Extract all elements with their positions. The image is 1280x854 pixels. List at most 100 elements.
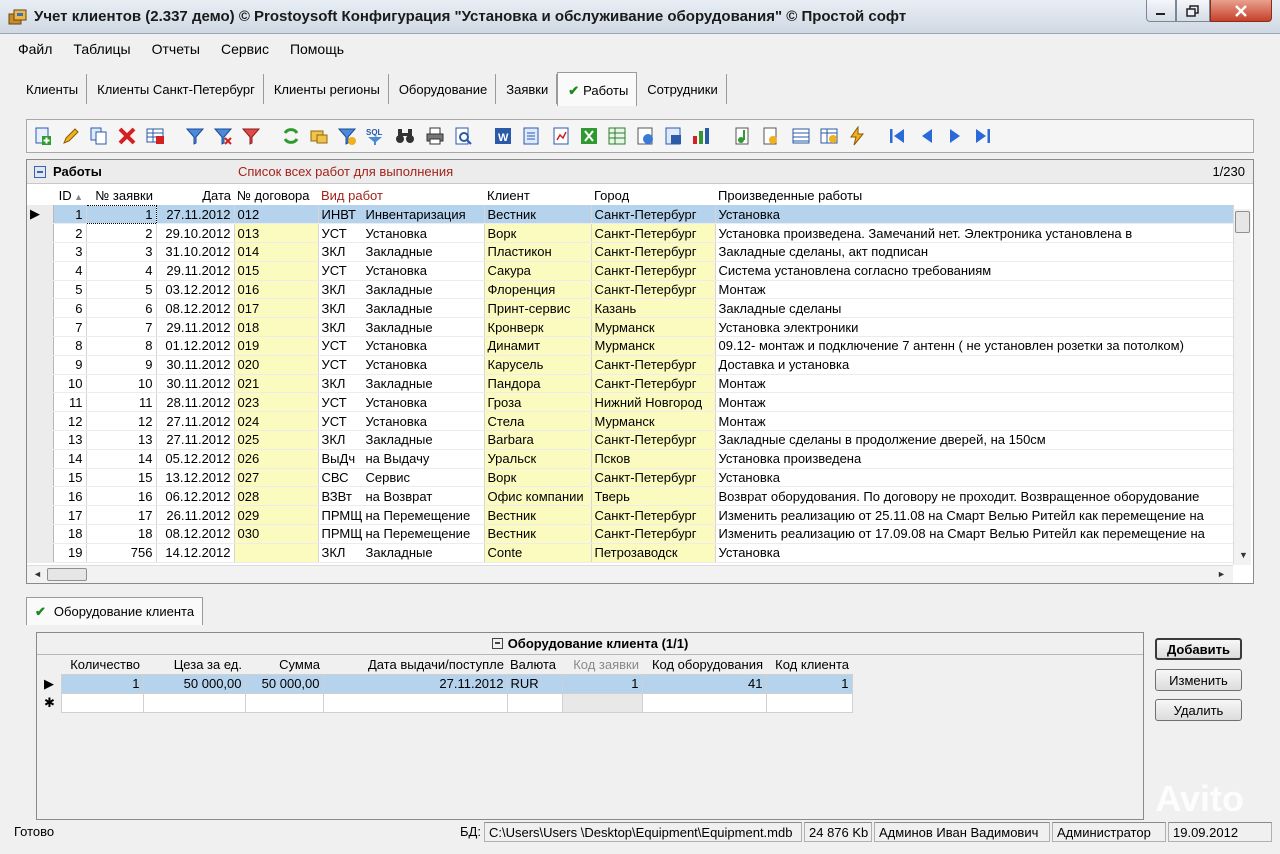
first-record-icon[interactable] bbox=[887, 126, 907, 146]
table-row[interactable]: 18 18 08.12.2012 030 ПРМЩ на Перемещение Вестн… bbox=[27, 524, 1234, 544]
cell-id[interactable]: 11 bbox=[53, 392, 87, 413]
cell-date[interactable]: 01.12.2012 bbox=[156, 336, 235, 356]
bar-chart-icon[interactable] bbox=[691, 126, 711, 146]
column-header-issue-date[interactable]: Дата выдачи/поступле bbox=[323, 655, 507, 674]
edit-pencil-icon[interactable] bbox=[61, 126, 81, 146]
cell-client[interactable]: Barbara bbox=[484, 430, 592, 450]
cell-work-done[interactable]: Установка bbox=[715, 543, 1234, 563]
refresh-icon[interactable] bbox=[281, 126, 301, 146]
table-row[interactable]: 6 6 08.12.2012 017 ЗКЛ Закладные Принт-сервис К… bbox=[27, 298, 1234, 319]
cell-work-type[interactable]: УСТ Установка bbox=[318, 261, 485, 281]
close-button[interactable] bbox=[1210, 0, 1272, 22]
cell-client[interactable]: Сакура bbox=[484, 261, 592, 281]
table-row[interactable]: 13 13 27.11.2012 025 ЗКЛ Закладные Barbara Санк… bbox=[27, 430, 1234, 450]
table-row[interactable]: 3 3 31.10.2012 014 ЗКЛ Закладные Пластикон Санк… bbox=[27, 242, 1234, 262]
cell-date[interactable]: 08.12.2012 bbox=[156, 298, 235, 319]
cell-equipment-code[interactable]: 41 bbox=[641, 673, 767, 694]
column-header-client[interactable]: Клиент bbox=[484, 186, 591, 205]
cell-request[interactable]: 13 bbox=[86, 430, 157, 450]
cell-date[interactable]: 29.10.2012 bbox=[156, 223, 235, 244]
cell-work-type[interactable]: УСТ Установка bbox=[318, 392, 485, 413]
cell-work-type[interactable]: ЗКЛ Закладные bbox=[318, 317, 485, 338]
cell-date[interactable]: 27.11.2012 bbox=[156, 430, 235, 450]
cell-contract[interactable]: 015 bbox=[234, 261, 319, 281]
column-header-request[interactable]: № заявки bbox=[86, 186, 156, 205]
menu-tables[interactable]: Таблицы bbox=[63, 38, 141, 62]
cell-contract[interactable]: 019 bbox=[234, 336, 319, 356]
cell-work-done[interactable]: Закладные сделаны, акт подписан bbox=[715, 242, 1234, 262]
tab-client-equipment[interactable]: ✔ Оборудование клиента bbox=[26, 597, 204, 625]
tab-clients[interactable]: Клиенты bbox=[16, 74, 88, 104]
cell-id[interactable]: 16 bbox=[53, 486, 87, 507]
cell-contract[interactable]: 024 bbox=[234, 411, 319, 432]
cell-contract[interactable]: 027 bbox=[234, 468, 319, 488]
cell-client[interactable]: Пластикон bbox=[484, 242, 592, 262]
lightning-icon[interactable] bbox=[847, 126, 867, 146]
cell-request[interactable]: 15 bbox=[86, 468, 157, 488]
cell-work-type[interactable]: СВС Сервис bbox=[318, 468, 485, 488]
copy-icon[interactable] bbox=[89, 126, 109, 146]
cell-id[interactable]: 6 bbox=[53, 298, 87, 319]
cell-currency[interactable] bbox=[506, 692, 563, 713]
cell-equipment-code[interactable] bbox=[641, 692, 767, 713]
cell-contract[interactable]: 020 bbox=[234, 355, 319, 375]
cell-work-done[interactable]: Монтаж bbox=[715, 374, 1234, 394]
cell-contract[interactable] bbox=[234, 543, 319, 563]
cell-client[interactable]: Ворк bbox=[484, 468, 592, 488]
cell-client[interactable]: Вестник bbox=[484, 524, 592, 544]
cell-work-done[interactable]: Установка bbox=[715, 205, 1234, 225]
menu-file[interactable]: Файл bbox=[8, 38, 63, 62]
cell-id[interactable]: 8 bbox=[53, 336, 87, 356]
filter-icon[interactable] bbox=[185, 126, 205, 146]
menu-reports[interactable]: Отчеты bbox=[142, 38, 211, 62]
cell-work-type[interactable]: УСТ Установка bbox=[318, 411, 485, 432]
cell-client[interactable]: Офис компании bbox=[484, 486, 592, 507]
cell-id[interactable]: 2 bbox=[53, 223, 87, 244]
cell-city[interactable]: Санкт-Петербург bbox=[591, 355, 716, 375]
table-row[interactable]: 16 16 06.12.2012 028 ВЗВт на Возврат Офис комп… bbox=[27, 486, 1234, 507]
cell-id[interactable]: 19 bbox=[53, 543, 87, 563]
export-chart-doc-icon[interactable] bbox=[551, 126, 571, 146]
table-row[interactable]: ▶ 1 1 27.11.2012 012 ИНВТ Инвентаризация Вестни… bbox=[27, 204, 1234, 225]
table-row[interactable]: ▶ 1 50 000,00 50 000,00 27.11.2012 RUR 1… bbox=[41, 673, 853, 694]
cell-request-code[interactable]: 1 bbox=[561, 673, 643, 694]
delete-button[interactable]: Удалить bbox=[1155, 699, 1242, 721]
table-list-icon[interactable] bbox=[791, 126, 811, 146]
table-row[interactable]: 9 9 30.11.2012 020 УСТ Установка Карусель Санкт… bbox=[27, 355, 1234, 375]
cell-work-done[interactable]: Изменить реализацию от 17.09.08 на Смарт… bbox=[715, 524, 1234, 544]
next-record-icon[interactable] bbox=[945, 126, 965, 146]
filter-remove-icon[interactable] bbox=[241, 126, 261, 146]
cell-date[interactable]: 03.12.2012 bbox=[156, 280, 235, 300]
scroll-thumb[interactable] bbox=[1235, 211, 1250, 233]
table-row[interactable]: 8 8 01.12.2012 019 УСТ Установка Динамит Мурман… bbox=[27, 336, 1234, 356]
cell-id[interactable]: 4 bbox=[53, 261, 87, 281]
cell-work-done[interactable]: Установка произведена. Замечаний нет. Эл… bbox=[715, 223, 1234, 244]
cell-date[interactable]: 29.11.2012 bbox=[156, 261, 235, 281]
cell-contract[interactable]: 016 bbox=[234, 280, 319, 300]
table-row[interactable]: 14 14 05.12.2012 026 ВыДч на Выдачу Уральск Пск… bbox=[27, 449, 1234, 469]
cell-id[interactable]: 5 bbox=[53, 280, 87, 300]
cell-client[interactable]: Кронверк bbox=[484, 317, 592, 338]
column-header-equipment-code[interactable]: Код оборудования bbox=[642, 655, 766, 674]
collapse-icon[interactable] bbox=[34, 166, 46, 178]
cell-contract[interactable]: 012 bbox=[234, 205, 319, 225]
cell-id[interactable]: 3 bbox=[53, 242, 87, 262]
cell-client[interactable]: Вестник bbox=[484, 505, 592, 526]
maximize-button[interactable] bbox=[1176, 0, 1210, 22]
cell-contract[interactable]: 018 bbox=[234, 317, 319, 338]
menu-service[interactable]: Сервис bbox=[211, 38, 280, 62]
sql-query-icon[interactable]: SQL bbox=[365, 126, 385, 146]
cell-city[interactable]: Санкт-Петербург bbox=[591, 524, 716, 544]
cell-contract[interactable]: 030 bbox=[234, 524, 319, 544]
cell-work-done[interactable]: Установка bbox=[715, 468, 1234, 488]
cell-request[interactable]: 2 bbox=[86, 223, 157, 244]
document-link-icon[interactable] bbox=[761, 126, 781, 146]
cell-id[interactable]: 13 bbox=[53, 430, 87, 450]
table-row[interactable]: 17 17 26.11.2012 029 ПРМЩ на Перемещение Вестн… bbox=[27, 505, 1234, 526]
tab-clients-spb[interactable]: Клиенты Санкт-Петербург bbox=[87, 74, 264, 104]
cell-city[interactable]: Санкт-Петербург bbox=[591, 430, 716, 450]
vertical-scrollbar[interactable]: ▼ bbox=[1233, 209, 1251, 565]
cell-client[interactable]: Вестник bbox=[484, 205, 592, 225]
column-header-request-code[interactable]: Код заявки bbox=[562, 655, 642, 674]
cell-city[interactable]: Нижний Новгород bbox=[591, 392, 716, 413]
